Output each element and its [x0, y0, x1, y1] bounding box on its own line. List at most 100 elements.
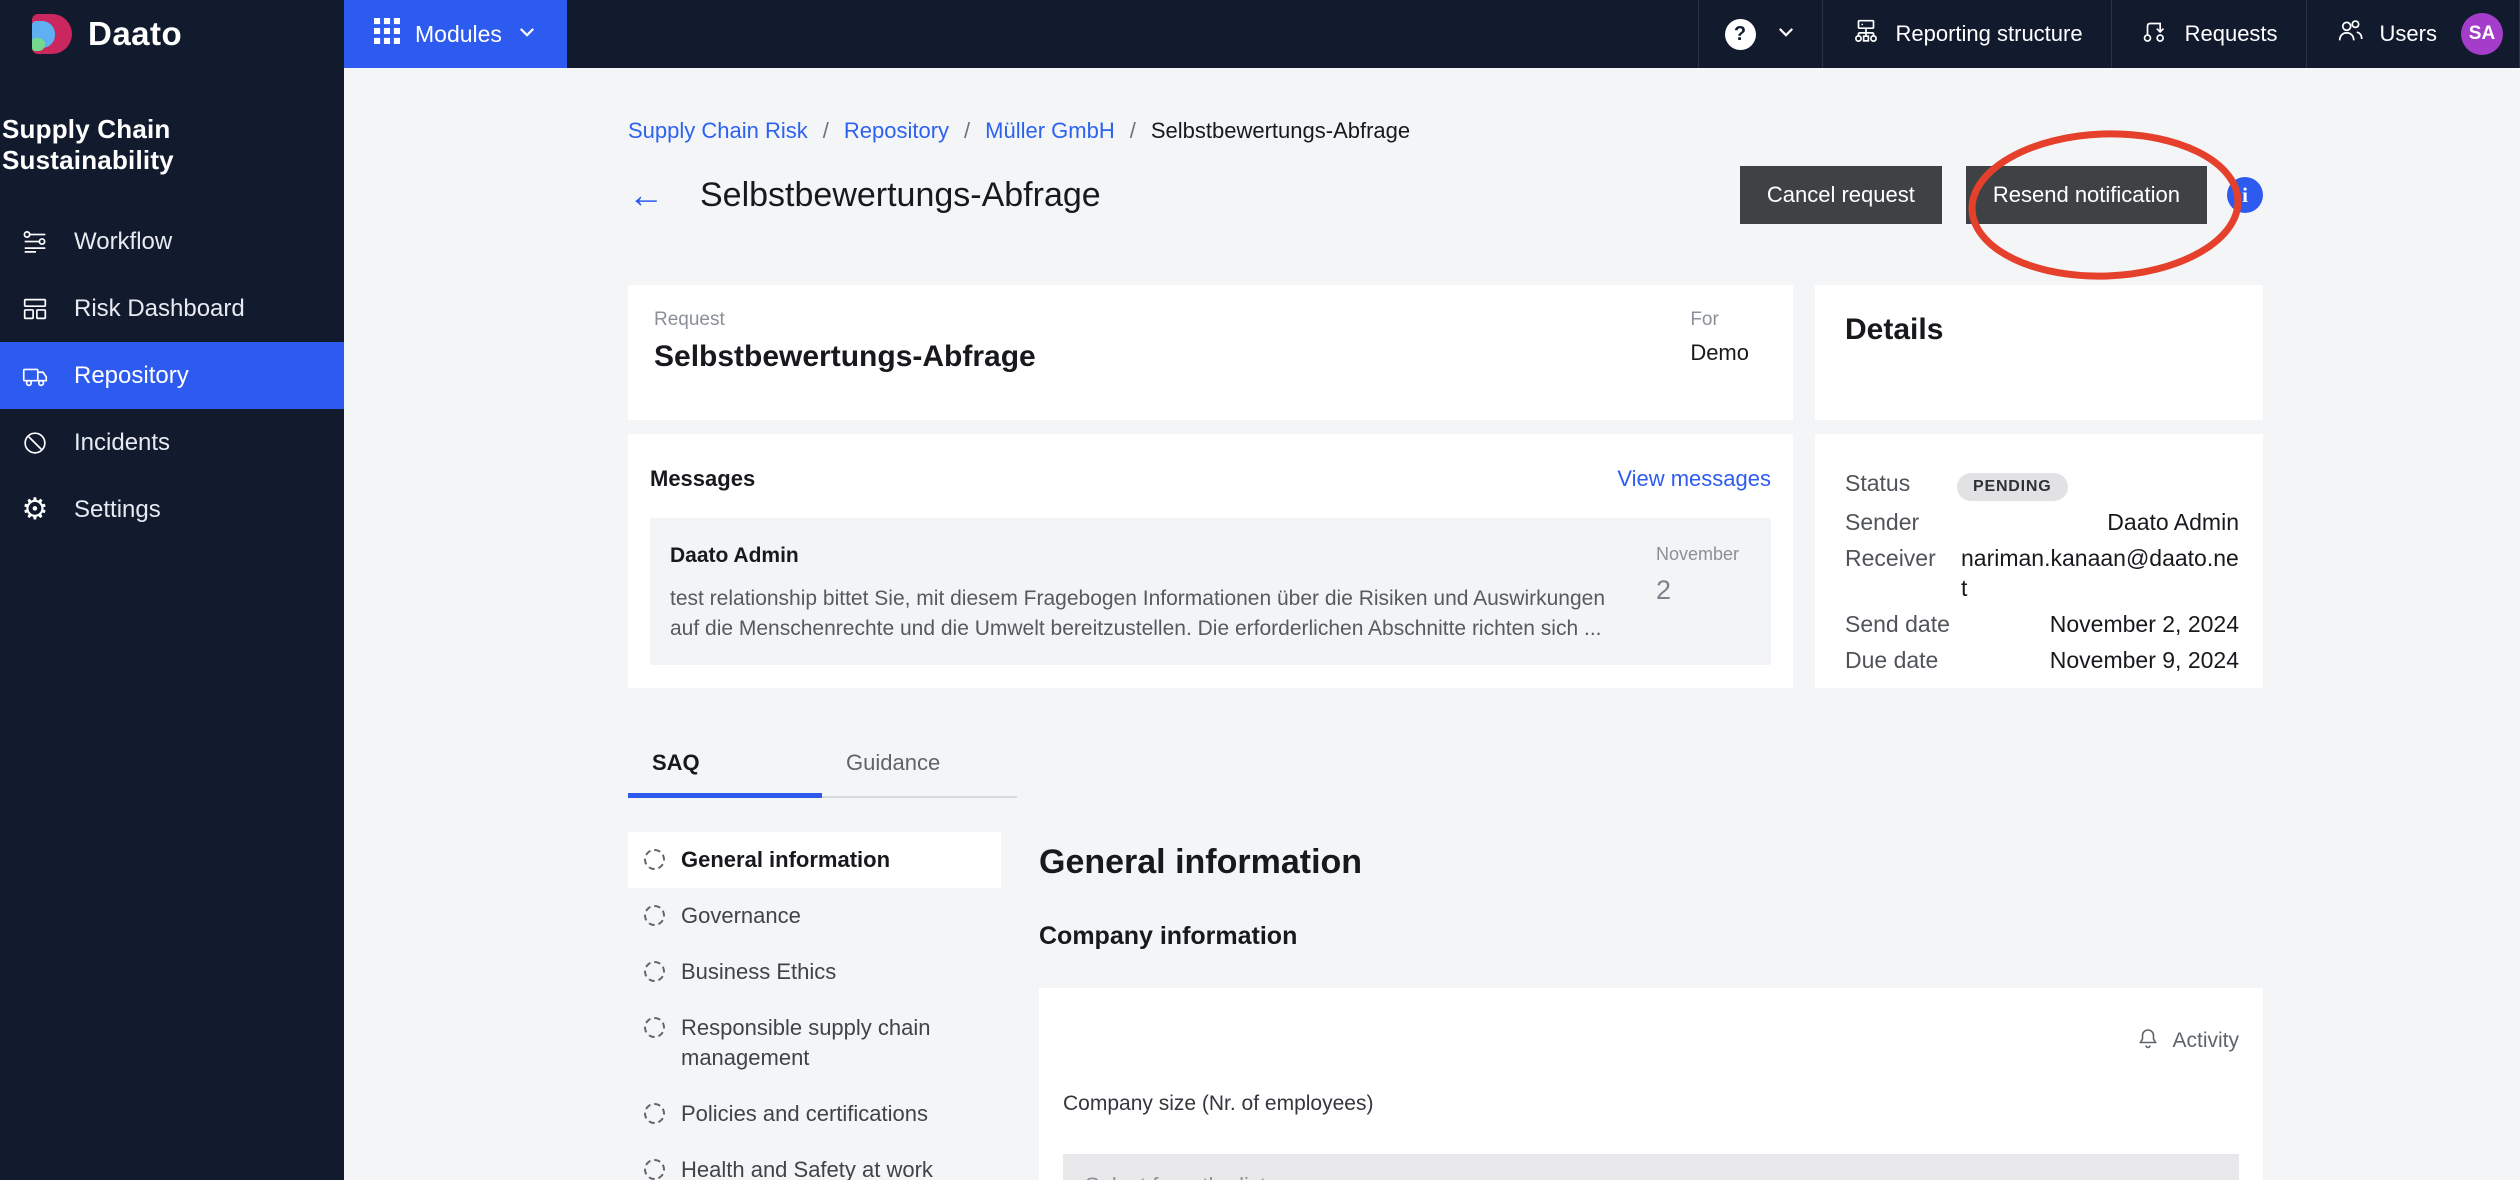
breadcrumb-link[interactable]: Repository: [844, 118, 949, 144]
workflow-icon: [18, 227, 52, 257]
breadcrumb: Supply Chain Risk / Repository / Müller …: [628, 68, 2263, 144]
modules-label: Modules: [415, 21, 502, 48]
subsection-heading: Company information: [1039, 922, 2263, 951]
section-item-health-safety[interactable]: Health and Safety at work: [628, 1142, 1001, 1180]
breadcrumb-separator: /: [823, 118, 829, 144]
details-value: nariman.kanaan@daato.net: [1961, 543, 2239, 603]
form-card: Activity Company size (Nr. of employees)…: [1039, 988, 2263, 1180]
tab-saq[interactable]: SAQ: [628, 736, 822, 798]
section-item-label: Responsible supply chain management: [681, 1013, 991, 1073]
daato-logo[interactable]: Daato: [0, 0, 344, 68]
page-title: Selbstbewertungs-Abfrage: [700, 176, 1101, 215]
truck-icon: [18, 361, 52, 391]
modules-menu-button[interactable]: Modules: [344, 0, 567, 68]
tab-guidance[interactable]: Guidance: [822, 736, 1016, 798]
resend-notification-button[interactable]: Resend notification: [1966, 166, 2207, 224]
sidebar-item-workflow[interactable]: Workflow: [0, 208, 344, 275]
prohibit-icon: [18, 428, 52, 458]
breadcrumb-separator: /: [964, 118, 970, 144]
daato-logo-text: Daato: [88, 15, 182, 53]
bell-icon: [2136, 1026, 2160, 1056]
request-for-block: For Demo: [1690, 309, 1767, 396]
details-value: Daato Admin: [1949, 507, 2239, 537]
progress-circle-icon: [644, 905, 665, 926]
message-sender: Daato Admin: [670, 544, 1628, 568]
page-actions: Cancel request Resend notification i: [1740, 166, 2263, 224]
message-date: November 2: [1656, 544, 1751, 639]
activity-label: Activity: [2172, 1029, 2239, 1053]
sidebar-item-incidents[interactable]: Incidents: [0, 409, 344, 476]
sidebar-item-label: Repository: [74, 362, 189, 390]
cancel-request-button[interactable]: Cancel request: [1740, 166, 1942, 224]
section-item-responsible-supply-chain[interactable]: Responsible supply chain management: [628, 1000, 1001, 1086]
progress-circle-icon: [644, 1017, 665, 1038]
breadcrumb-link[interactable]: Supply Chain Risk: [628, 118, 808, 144]
help-menu[interactable]: ?: [1699, 0, 1822, 68]
section-item-policies-certifications[interactable]: Policies and certifications: [628, 1086, 1001, 1142]
section-item-business-ethics[interactable]: Business Ethics: [628, 944, 1001, 1000]
chevron-down-icon: [1776, 22, 1796, 47]
saq-content: General information Company information: [1039, 736, 2263, 1180]
details-row-send-date: Send date November 2, 2024: [1845, 609, 2239, 639]
request-label: Request: [654, 309, 1036, 331]
details-value: November 9, 2024: [1949, 645, 2239, 675]
grid-icon: [374, 18, 400, 50]
activity-toggle[interactable]: Activity: [1063, 1026, 2239, 1056]
topbar-right-nav: ? Reporting structure: [1698, 0, 2520, 68]
sidebar-item-risk-dashboard[interactable]: Risk Dashboard: [0, 275, 344, 342]
avatar[interactable]: SA: [2461, 13, 2503, 55]
message-item[interactable]: Daato Admin test relationship bittet Sie…: [650, 518, 1771, 665]
flow-arrow-icon: [2140, 16, 2170, 52]
for-label: For: [1690, 309, 1749, 331]
breadcrumb-link[interactable]: Müller GmbH: [985, 118, 1115, 144]
sidebar-item-repository[interactable]: Repository: [0, 342, 344, 409]
info-icon[interactable]: i: [2227, 177, 2263, 213]
details-row-receiver: Receiver nariman.kanaan@daato.net: [1845, 543, 2239, 603]
sidebar-item-label: Workflow: [74, 228, 172, 256]
request-title: Selbstbewertungs-Abfrage: [654, 340, 1036, 374]
progress-circle-icon: [644, 1159, 665, 1180]
section-item-governance[interactable]: Governance: [628, 888, 1001, 944]
section-list: General information Governance Business …: [628, 832, 1001, 1180]
messages-title: Messages: [650, 466, 755, 492]
requests-label: Requests: [2185, 21, 2278, 47]
details-title: Details: [1845, 313, 1943, 346]
details-row-due-date: Due date November 9, 2024: [1845, 645, 2239, 675]
company-size-select[interactable]: Select from the list: [1063, 1154, 2239, 1180]
page-header: ← Selbstbewertungs-Abfrage Cancel reques…: [628, 166, 2263, 224]
chevron-down-icon: [517, 21, 537, 48]
daato-logo-icon: [32, 14, 72, 54]
sidebar-item-settings[interactable]: ⚙ Settings: [0, 476, 344, 543]
section-item-general-information[interactable]: General information: [628, 832, 1001, 888]
app-window: Daato Modules ?: [0, 0, 2520, 1180]
details-label: Due date: [1845, 645, 1949, 675]
users-button[interactable]: Users: [2307, 0, 2449, 68]
details-label: Send date: [1845, 609, 1950, 639]
main-content: Supply Chain Risk / Repository / Müller …: [344, 68, 2520, 1180]
field-label: Company size (Nr. of employees): [1063, 1092, 2239, 1116]
progress-circle-icon: [644, 849, 665, 870]
dashboard-icon: [18, 294, 52, 324]
sidebar-title: Supply Chain Sustainability: [0, 68, 344, 176]
sidebar-item-label: Risk Dashboard: [74, 295, 245, 323]
details-label: Receiver: [1845, 543, 1949, 603]
view-messages-link[interactable]: View messages: [1617, 466, 1771, 492]
details-label: Sender: [1845, 507, 1949, 537]
section-item-label: Policies and certifications: [681, 1099, 928, 1129]
progress-circle-icon: [644, 961, 665, 982]
reporting-structure-button[interactable]: Reporting structure: [1823, 0, 2111, 68]
section-item-label: General information: [681, 845, 890, 875]
breadcrumb-current: Selbstbewertungs-Abfrage: [1151, 118, 1410, 144]
message-date-month: November: [1656, 544, 1751, 565]
sidebar-nav: Workflow Risk Dashboard: [0, 208, 344, 543]
select-placeholder: Select from the list: [1085, 1173, 1266, 1180]
users-label: Users: [2380, 21, 2437, 47]
for-value: Demo: [1690, 340, 1749, 366]
sidebar: Supply Chain Sustainability Workflow: [0, 68, 344, 1180]
request-card: Request Selbstbewertungs-Abfrage For Dem…: [628, 285, 1793, 420]
back-arrow-icon[interactable]: ←: [628, 177, 664, 213]
requests-button[interactable]: Requests: [2112, 0, 2306, 68]
org-chart-icon: [1851, 16, 1881, 52]
message-content: Daato Admin test relationship bittet Sie…: [670, 544, 1656, 639]
topbar: Daato Modules ?: [0, 0, 2520, 68]
